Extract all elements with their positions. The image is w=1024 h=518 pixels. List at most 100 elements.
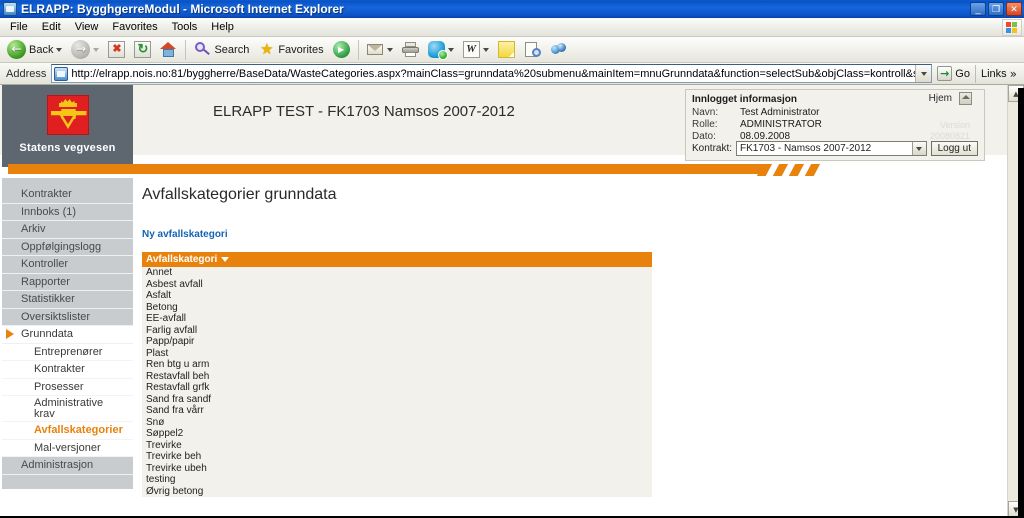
print-button[interactable] [398, 39, 423, 61]
table-row[interactable]: Sand fra vårr [142, 405, 652, 417]
media-button[interactable] [329, 39, 354, 61]
waste-category-cell[interactable]: Trevirke [142, 440, 652, 452]
waste-category-cell[interactable]: Asfalt [142, 290, 652, 302]
sort-descending-icon[interactable] [221, 256, 230, 262]
waste-category-cell[interactable]: EE-avfall [142, 313, 652, 325]
word-dropdown-icon[interactable] [482, 47, 489, 52]
menu-item-help[interactable]: Help [204, 19, 241, 35]
menu-item-edit[interactable]: Edit [35, 19, 68, 35]
table-row[interactable]: testing [142, 474, 652, 486]
mail-button[interactable] [363, 39, 397, 61]
sidebar-item-rapporter[interactable]: Rapporter [2, 273, 133, 291]
table-row[interactable]: Asfalt [142, 290, 652, 302]
messenger-button[interactable] [546, 39, 571, 61]
table-row[interactable]: Trevirke beh [142, 451, 652, 463]
waste-category-cell[interactable]: Søppel2 [142, 428, 652, 440]
menu-item-view[interactable]: View [68, 19, 106, 35]
table-row[interactable]: Restavfall beh [142, 370, 652, 383]
links-button[interactable]: Links » [976, 64, 1022, 84]
address-input-wrapper[interactable]: http://elrapp.nois.no:81/byggherre/BaseD… [51, 64, 933, 83]
sidebar-item-kontrakter[interactable]: Kontrakter [2, 186, 133, 204]
address-dropdown-button[interactable] [915, 65, 932, 82]
waste-category-cell[interactable]: Øvrig betong [142, 486, 652, 498]
sidebar-item-mal-versjoner[interactable]: Mal-versjoner [2, 439, 133, 457]
waste-category-cell[interactable]: Sand fra vårr [142, 405, 652, 417]
waste-category-cell[interactable]: Trevirke beh [142, 451, 652, 463]
table-row[interactable]: Trevirke ubeh [142, 462, 652, 475]
table-row[interactable]: Snø [142, 416, 652, 429]
logout-button[interactable]: Logg ut [930, 141, 978, 156]
table-row[interactable]: Plast [142, 347, 652, 360]
table-row[interactable]: Betong [142, 301, 652, 314]
home-link[interactable]: Hjem [929, 93, 952, 104]
minimize-button[interactable]: _ [970, 2, 986, 16]
table-row[interactable]: Asbest avfall [142, 278, 652, 291]
sidebar-item-entreprenorer[interactable]: Entreprenører [2, 343, 133, 361]
address-input[interactable]: http://elrapp.nois.no:81/byggherre/BaseD… [71, 68, 915, 80]
sidebar-item-avfallskategorier[interactable]: Avfallskategorier [2, 422, 133, 440]
maximize-button[interactable]: ❐ [988, 2, 1004, 16]
waste-category-cell[interactable]: Farlig avfall [142, 325, 652, 337]
waste-category-cell[interactable]: Restavfall beh [142, 371, 652, 383]
sidebar-item-arkiv[interactable]: Arkiv [2, 221, 133, 239]
notes-button[interactable] [494, 39, 519, 61]
sidebar-item-statistikker[interactable]: Statistikker [2, 291, 133, 309]
mail-dropdown-icon[interactable] [386, 47, 393, 52]
waste-category-cell[interactable]: Papp/papir [142, 336, 652, 348]
table-row[interactable]: Papp/papir [142, 336, 652, 348]
skype-button[interactable] [424, 39, 458, 61]
menu-item-favorites[interactable]: Favorites [105, 19, 164, 35]
waste-category-cell[interactable]: Trevirke ubeh [142, 463, 652, 475]
close-button[interactable]: ✕ [1006, 2, 1022, 16]
table-row[interactable]: Annet [142, 267, 652, 279]
sidebar-item-oversiktslister[interactable]: Oversiktslister [2, 308, 133, 326]
waste-category-cell[interactable]: Plast [142, 348, 652, 360]
table-row[interactable]: EE-avfall [142, 313, 652, 325]
menu-item-tools[interactable]: Tools [165, 19, 205, 35]
chevron-right-icon[interactable]: » [1010, 67, 1017, 81]
go-button[interactable]: → Go [932, 64, 975, 84]
forward-dropdown-icon[interactable] [93, 47, 100, 52]
sidebar-item-grunndata[interactable]: Grunndata [2, 326, 133, 344]
chevron-down-icon[interactable] [911, 142, 926, 155]
waste-category-cell[interactable]: Snø [142, 417, 652, 429]
waste-category-cell[interactable]: Betong [142, 302, 652, 314]
table-row[interactable]: Ren btg u arm [142, 359, 652, 371]
waste-category-cell[interactable]: Annet [142, 267, 652, 279]
statens-vegvesen-logo[interactable]: Statens vegvesen [2, 85, 133, 167]
waste-category-cell[interactable]: Asbest avfall [142, 279, 652, 291]
waste-category-cell[interactable]: testing [142, 474, 652, 486]
favorites-button[interactable]: ★ Favorites [254, 39, 327, 61]
forward-button[interactable]: → [67, 39, 103, 61]
new-waste-category-link[interactable]: Ny avfallskategori [142, 229, 228, 240]
table-row[interactable]: Trevirke [142, 439, 652, 452]
sidebar-item-administrasjon[interactable]: Administrasjon [2, 457, 133, 475]
table-row[interactable]: Restavfall grfk [142, 382, 652, 394]
sidebar-item-kontroller[interactable]: Kontroller [2, 256, 133, 274]
sidebar-item-administrative-krav[interactable]: Administrative krav [2, 396, 133, 422]
waste-category-cell[interactable]: Restavfall grfk [142, 382, 652, 394]
refresh-button[interactable] [130, 39, 155, 61]
table-row[interactable]: Søppel2 [142, 428, 652, 440]
table-row[interactable]: Farlig avfall [142, 324, 652, 337]
table-row[interactable]: Øvrig betong [142, 485, 652, 498]
back-dropdown-icon[interactable] [56, 47, 63, 52]
waste-category-cell[interactable]: Ren btg u arm [142, 359, 652, 371]
home-button[interactable] [156, 39, 181, 61]
column-header-avfallskategori[interactable]: Avfallskategori [142, 252, 652, 267]
stop-button[interactable] [104, 39, 129, 61]
search-button[interactable]: Search [190, 39, 253, 61]
research-button[interactable] [520, 39, 545, 61]
contract-select[interactable]: FK1703 - Namsos 2007-2012 [736, 141, 927, 156]
sidebar-item-prosesser[interactable]: Prosesser [2, 378, 133, 396]
sidebar-item-oppfolgingslogg[interactable]: Oppfølgingslogg [2, 238, 133, 256]
back-button[interactable]: ← Back [3, 39, 66, 61]
sidebar-item-innboks[interactable]: Innboks (1) [2, 203, 133, 221]
skype-dropdown-icon[interactable] [447, 47, 454, 52]
sidebar-item-sub-kontrakter[interactable]: Kontrakter [2, 361, 133, 379]
word-button[interactable] [459, 39, 493, 61]
house-icon[interactable] [959, 92, 972, 105]
menu-item-file[interactable]: File [3, 19, 35, 35]
waste-category-cell[interactable]: Sand fra sandf [142, 394, 652, 406]
table-row[interactable]: Sand fra sandf [142, 393, 652, 406]
